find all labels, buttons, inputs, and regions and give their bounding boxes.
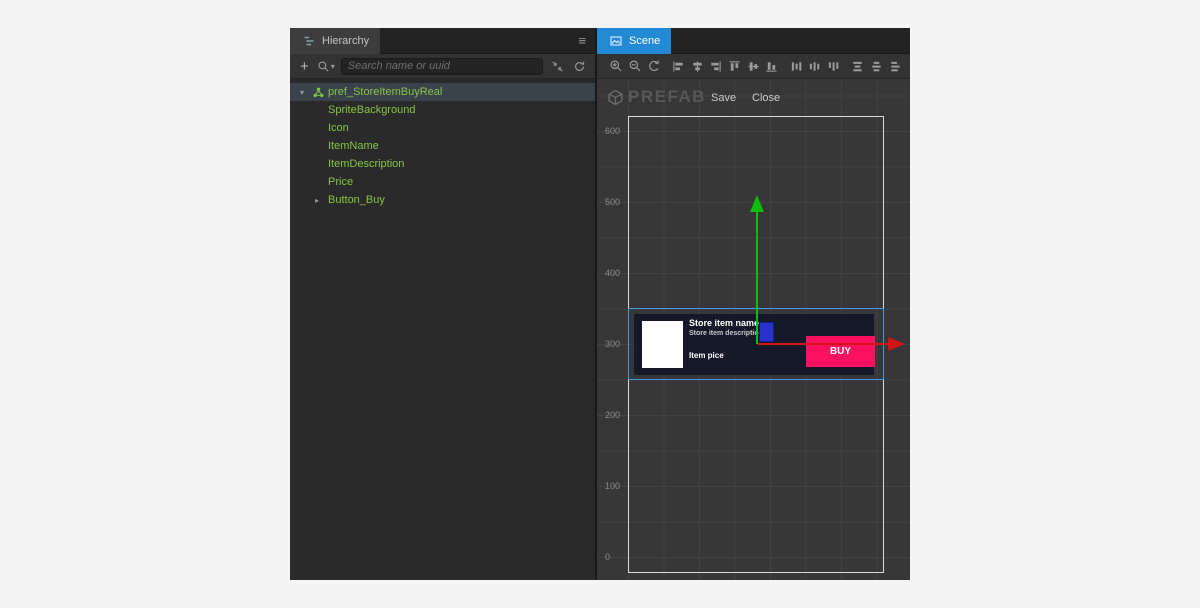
tree-item-label: pref_StoreItemBuyReal: [328, 86, 443, 98]
distribute-top-icon[interactable]: [851, 59, 865, 74]
hierarchy-panel-header: Hierarchy ≡: [290, 27, 595, 54]
store-item-name-text[interactable]: Store item name: [689, 318, 759, 328]
gizmo-x-axis-arrowhead-icon[interactable]: [888, 337, 905, 351]
hierarchy-tree-icon: [301, 33, 317, 49]
tree-item-label: Icon: [328, 122, 349, 134]
ruler-label: 600: [605, 126, 621, 136]
scene-image-icon: [608, 33, 624, 49]
tree-item-itemname[interactable]: ItemName: [290, 137, 595, 155]
prefab-mode-title: PREFAB: [628, 87, 706, 106]
align-top-icon[interactable]: [728, 59, 742, 74]
align-right-icon[interactable]: [709, 59, 723, 74]
prefab-save-button[interactable]: Save: [711, 92, 736, 104]
align-left-icon[interactable]: [672, 59, 686, 74]
collapse-arrow-icon[interactable]: ▸: [315, 196, 328, 205]
tree-item-label: ItemName: [328, 140, 379, 152]
hierarchy-toolbar: + ▾: [290, 54, 595, 79]
store-item-icon-sprite[interactable]: [642, 321, 683, 368]
align-horizontal-center-icon[interactable]: [691, 59, 705, 74]
tree-item-itemdescription[interactable]: ItemDescription: [290, 155, 595, 173]
scene-canvas[interactable]: 600 500 400 300 200 100 0 PREFAB Save Cl…: [597, 79, 910, 580]
tree-item-price[interactable]: Price: [290, 173, 595, 191]
tree-item-spritebackground[interactable]: SpriteBackground: [290, 101, 595, 119]
prefab-cube-icon: [607, 89, 624, 111]
desktop-background: Hierarchy ≡ + ▾ Search name or uuid ▾ pr…: [0, 0, 1200, 608]
gizmo-y-axis-handle[interactable]: [756, 212, 758, 344]
search-filter-caret-icon: ▾: [330, 61, 335, 71]
prefab-close-button[interactable]: Close: [752, 92, 780, 104]
tree-item-label: Price: [328, 176, 354, 188]
buy-button[interactable]: BUY: [806, 336, 875, 367]
tree-item-label: Button_Buy: [328, 194, 385, 206]
ruler-label: 0: [605, 552, 611, 562]
zoom-in-icon[interactable]: [609, 59, 623, 74]
create-node-button[interactable]: +: [298, 59, 311, 74]
zoom-reset-icon[interactable]: [647, 59, 661, 74]
hierarchy-tree: ▾ pref_StoreItemBuyReal SpriteBackground…: [290, 79, 595, 580]
gizmo-xy-plane-handle[interactable]: [759, 322, 774, 342]
align-vertical-center-icon[interactable]: [746, 59, 760, 74]
zoom-out-icon[interactable]: [628, 59, 642, 74]
gizmo-y-axis-arrowhead-icon[interactable]: [750, 195, 764, 212]
tab-hierarchy[interactable]: Hierarchy: [290, 27, 381, 54]
collapse-all-icon[interactable]: [549, 58, 565, 74]
tree-item-icon[interactable]: Icon: [290, 119, 595, 137]
distribute-horizontal-center-icon[interactable]: [808, 59, 822, 74]
scene-panel-header: Scene: [597, 27, 910, 54]
align-bottom-icon[interactable]: [765, 59, 779, 74]
tab-hierarchy-label: Hierarchy: [322, 34, 370, 47]
tab-scene-label: Scene: [629, 34, 661, 47]
distribute-left-icon[interactable]: [789, 59, 803, 74]
store-item-description-text[interactable]: Store item description: [689, 330, 763, 337]
editor-window: Hierarchy ≡ + ▾ Search name or uuid ▾ pr…: [290, 27, 910, 580]
scene-toolbar: [597, 54, 910, 79]
hierarchy-panel: Hierarchy ≡ + ▾ Search name or uuid ▾ pr…: [290, 27, 595, 580]
refresh-icon[interactable]: [571, 58, 587, 74]
prefab-icon: [313, 87, 328, 98]
tree-item-button-buy[interactable]: ▸ Button_Buy: [290, 191, 595, 209]
panel-menu-icon[interactable]: ≡: [578, 33, 586, 48]
ruler-label: 400: [605, 268, 621, 278]
distribute-vertical-center-icon[interactable]: [870, 59, 884, 74]
search-filter-button[interactable]: ▾: [317, 60, 335, 73]
tree-item-label: SpriteBackground: [328, 104, 416, 116]
ruler-label: 500: [605, 197, 621, 207]
search-input[interactable]: [347, 60, 536, 72]
scene-panel: Scene 600 500 400 300 200 100 0 PREFAB S…: [597, 27, 910, 580]
distribute-bottom-icon[interactable]: [888, 59, 902, 74]
tree-item-label: ItemDescription: [328, 158, 405, 170]
ruler-label: 300: [605, 339, 621, 349]
tree-item-prefab-root[interactable]: ▾ pref_StoreItemBuyReal: [290, 83, 595, 101]
ruler-label: 200: [605, 410, 621, 420]
store-item-price-text[interactable]: Item pice: [689, 351, 724, 360]
tab-scene[interactable]: Scene: [597, 27, 672, 54]
search-box[interactable]: [340, 57, 543, 75]
ruler-label: 100: [605, 481, 621, 491]
gizmo-x-axis-handle[interactable]: [758, 343, 888, 345]
expand-arrow-icon[interactable]: ▾: [300, 88, 313, 97]
distribute-right-icon[interactable]: [827, 59, 841, 74]
